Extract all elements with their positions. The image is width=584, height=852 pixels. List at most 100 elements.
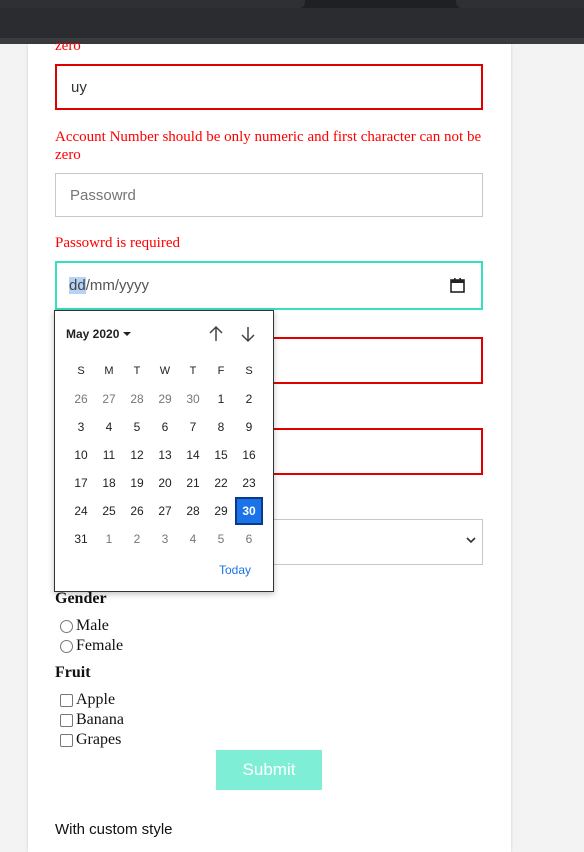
- fruit-option-grapes[interactable]: Grapes: [60, 731, 121, 749]
- day-cell[interactable]: 13: [151, 441, 179, 469]
- day-cell[interactable]: 22: [207, 469, 235, 497]
- browser-chrome: [0, 0, 584, 44]
- weekday-header: M: [104, 365, 114, 377]
- gender-title: Gender: [55, 590, 107, 607]
- day-cell[interactable]: 1: [207, 385, 235, 413]
- day-cell[interactable]: 7: [179, 413, 207, 441]
- password-error: Passowrd is required: [55, 235, 180, 251]
- weekday-header-row: S M T W T F S: [67, 357, 263, 385]
- weekday-header: T: [133, 365, 141, 377]
- day-cell[interactable]: 29: [151, 385, 179, 413]
- day-cell[interactable]: 15: [207, 441, 235, 469]
- fruit-option-label: Banana: [76, 711, 124, 728]
- browser-tab[interactable]: [456, 0, 584, 8]
- gender-option-male[interactable]: Male: [60, 617, 109, 635]
- account-number-field[interactable]: [55, 64, 483, 110]
- day-cell[interactable]: 6: [151, 413, 179, 441]
- date-day-segment[interactable]: dd: [69, 277, 86, 294]
- month-year-label: May 2020: [66, 327, 120, 341]
- arrow-up-icon[interactable]: [207, 325, 225, 343]
- gender-option-label: Female: [76, 637, 124, 654]
- week-row: 31 1 2 3 4 5 6: [67, 525, 263, 553]
- gender-option-label: Male: [76, 617, 109, 634]
- fruit-option-apple[interactable]: Apple: [60, 691, 115, 709]
- day-cell[interactable]: 26: [67, 385, 95, 413]
- today-button[interactable]: Today: [219, 563, 251, 577]
- checkbox[interactable]: [60, 733, 73, 747]
- day-cell[interactable]: 12: [123, 441, 151, 469]
- day-cell[interactable]: 23: [235, 469, 263, 497]
- day-cell[interactable]: 24: [67, 497, 95, 525]
- checkbox[interactable]: [60, 713, 73, 727]
- day-cell[interactable]: 14: [179, 441, 207, 469]
- tab-strip: [0, 0, 584, 8]
- weekday-header: W: [159, 365, 171, 377]
- weekday-header: F: [217, 365, 225, 377]
- day-cell[interactable]: 6: [235, 525, 263, 553]
- date-picker-popup: May 2020 S M T W T F S 26 27 28 29 30 1 …: [54, 310, 274, 592]
- weekday-header: S: [77, 365, 85, 377]
- day-cell[interactable]: 27: [151, 497, 179, 525]
- day-cell[interactable]: 10: [67, 441, 95, 469]
- account-number-error: Account Number should be only numeric an…: [55, 129, 482, 163]
- day-cell[interactable]: 9: [235, 413, 263, 441]
- selected-day-cell[interactable]: 30: [235, 497, 263, 525]
- day-cell[interactable]: 4: [95, 413, 123, 441]
- day-cell[interactable]: 30: [179, 385, 207, 413]
- account-number-input[interactable]: [57, 66, 481, 108]
- day-cell[interactable]: 8: [207, 413, 235, 441]
- gender-option-female[interactable]: Female: [60, 637, 123, 655]
- day-cell[interactable]: 31: [67, 525, 95, 553]
- day-cell[interactable]: 2: [235, 385, 263, 413]
- day-cell[interactable]: 4: [179, 525, 207, 553]
- week-row: 10 11 12 13 14 15 16: [67, 441, 263, 469]
- week-row: 3 4 5 6 7 8 9: [67, 413, 263, 441]
- password-field[interactable]: [55, 173, 483, 217]
- day-cell[interactable]: 29: [207, 497, 235, 525]
- browser-tab[interactable]: [0, 0, 305, 8]
- calendar-icon[interactable]: [450, 277, 465, 293]
- day-cell[interactable]: 16: [235, 441, 263, 469]
- date-rest-segment[interactable]: /mm/yyyy: [86, 277, 149, 294]
- radio-button[interactable]: [60, 639, 73, 653]
- submit-button[interactable]: Submit: [216, 750, 322, 790]
- week-row: 24 25 26 27 28 29 30: [67, 497, 263, 525]
- top-error-message: zero: [55, 38, 81, 54]
- fruit-title: Fruit: [55, 664, 91, 681]
- day-cell[interactable]: 3: [151, 525, 179, 553]
- day-cell[interactable]: 28: [123, 385, 151, 413]
- fruit-option-banana[interactable]: Banana: [60, 711, 124, 729]
- day-cell[interactable]: 19: [123, 469, 151, 497]
- date-placeholder: dd/mm/yyyy: [69, 277, 149, 294]
- day-cell[interactable]: 11: [95, 441, 123, 469]
- day-cell[interactable]: 27: [95, 385, 123, 413]
- day-cell[interactable]: 2: [123, 525, 151, 553]
- section-heading-custom-style: With custom style: [55, 821, 173, 838]
- password-input[interactable]: [56, 174, 482, 216]
- fruit-option-label: Grapes: [76, 731, 122, 748]
- week-row: 26 27 28 29 30 1 2: [67, 385, 263, 413]
- week-row: 17 18 19 20 21 22 23: [67, 469, 263, 497]
- day-cell[interactable]: 26: [123, 497, 151, 525]
- day-cell[interactable]: 28: [179, 497, 207, 525]
- day-cell[interactable]: 17: [67, 469, 95, 497]
- caret-down-icon: [123, 332, 132, 336]
- day-cell[interactable]: 18: [95, 469, 123, 497]
- day-cell[interactable]: 1: [95, 525, 123, 553]
- weekday-header: S: [245, 365, 253, 377]
- day-cell[interactable]: 20: [151, 469, 179, 497]
- day-cell[interactable]: 5: [123, 413, 151, 441]
- chevron-down-icon: [466, 537, 476, 544]
- radio-button[interactable]: [60, 619, 73, 633]
- day-cell[interactable]: 3: [67, 413, 95, 441]
- month-year-selector[interactable]: May 2020: [66, 327, 132, 341]
- weekday-header: T: [189, 365, 197, 377]
- date-input[interactable]: dd/mm/yyyy: [55, 261, 483, 310]
- calendar-grid: S M T W T F S 26 27 28 29 30 1 2 3 4 5 6…: [67, 357, 263, 553]
- fruit-option-label: Apple: [76, 691, 116, 708]
- checkbox[interactable]: [60, 693, 73, 707]
- day-cell[interactable]: 5: [207, 525, 235, 553]
- day-cell[interactable]: 21: [179, 469, 207, 497]
- arrow-down-icon[interactable]: [239, 325, 257, 343]
- day-cell[interactable]: 25: [95, 497, 123, 525]
